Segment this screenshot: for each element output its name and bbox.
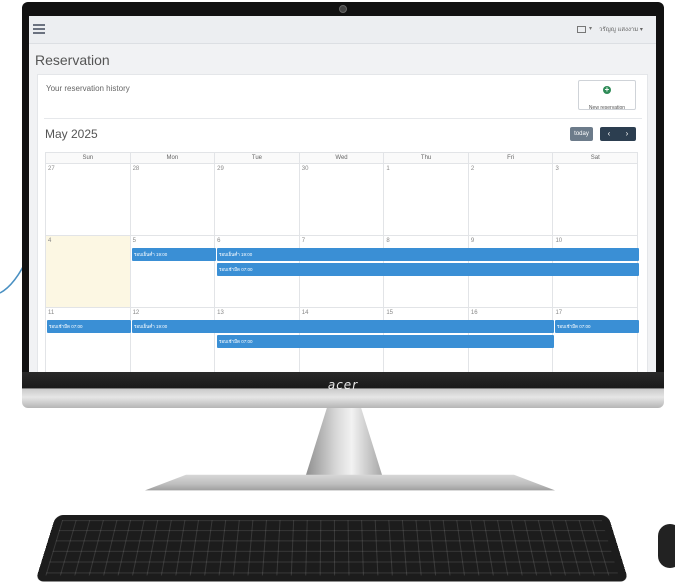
day-number: 12 <box>132 310 140 316</box>
new-reservation-label: New reservation <box>588 105 626 111</box>
event-evening-span[interactable]: รอบเย็นค่ำ 19:00 <box>217 248 639 261</box>
reservation-panel: Your reservation history + New reservati… <box>37 74 648 372</box>
calendar-day[interactable]: 1 <box>384 164 469 235</box>
day-number: 6 <box>217 238 221 244</box>
top-bar: ▾ วรัญญู แสงงาม ▾ <box>29 16 656 44</box>
day-number: 14 <box>301 310 309 316</box>
mouse <box>658 524 675 568</box>
calendar-day[interactable]: 12 <box>131 308 216 372</box>
calendar-day[interactable]: 5 <box>131 236 216 307</box>
prev-month-button[interactable]: ‹ <box>600 127 618 141</box>
user-menu[interactable]: วรัญญู แสงงาม ▾ <box>599 24 643 34</box>
day-number: 2 <box>470 166 475 172</box>
brand-logo: acer <box>327 378 359 392</box>
event-morning[interactable]: รอบเช้ามืด 07:00 <box>47 320 131 333</box>
new-reservation-button[interactable]: + New reservation <box>578 80 636 111</box>
calendar-day[interactable]: 27 <box>46 164 131 235</box>
day-number: 8 <box>386 238 390 244</box>
calendar-day[interactable]: 29 <box>215 164 300 235</box>
calendar-week: 4 5 6 7 8 9 10 รอบเย็นค่ำ 19:00 รอบเย็นค… <box>45 236 639 308</box>
monitor-screen: ▾ วรัญญู แสงงาม ▾ Reservation Your reser… <box>29 16 656 372</box>
weekday-label: Wed <box>300 153 385 163</box>
monitor-stand-neck <box>305 408 383 478</box>
day-number: 15 <box>386 310 393 316</box>
weekday-label: Thu <box>384 153 469 163</box>
calendar-month-title: May 2025 <box>45 127 98 141</box>
weekday-label: Mon <box>131 153 216 163</box>
day-number: 9 <box>470 238 475 244</box>
chevron-down-icon[interactable]: ▾ <box>589 25 592 32</box>
day-number: 27 <box>48 166 55 172</box>
calendar-day[interactable]: 2 <box>469 164 554 235</box>
day-number: 29 <box>217 166 224 172</box>
menu-icon[interactable] <box>33 24 45 34</box>
weekday-label: Tue <box>215 153 300 163</box>
day-number: 13 <box>217 310 224 316</box>
today-button[interactable]: today <box>570 127 593 141</box>
event-evening[interactable]: รอบเย็นค่ำ 19:00 <box>132 248 216 261</box>
event-morning-span[interactable]: รอบเช้ามืด 07:00 <box>217 335 554 348</box>
calendar-day[interactable]: 17 <box>553 308 639 372</box>
calendar-week: 11 12 13 14 15 16 17 รอบเช้ามืด 07:00 รอ… <box>45 308 639 372</box>
calendar-week: 27 28 29 30 1 2 3 <box>45 164 639 236</box>
weekday-header: Sun Mon Tue Wed Thu Fri Sat <box>45 152 638 164</box>
plus-circle-icon: + <box>603 85 611 94</box>
event-evening-span[interactable]: รอบเย็นค่ำ 19:00 <box>132 320 554 333</box>
page-title: Reservation <box>35 52 110 68</box>
weekday-label: Fri <box>469 153 554 163</box>
day-number: 7 <box>301 238 306 244</box>
day-number: 28 <box>132 166 140 172</box>
day-number: 30 <box>301 166 309 172</box>
day-number: 16 <box>470 310 478 316</box>
photo-scene: ▾ วรัญญู แสงงาม ▾ Reservation Your reser… <box>0 0 675 586</box>
calendar-day[interactable]: 11 <box>46 308 131 372</box>
mail-icon[interactable] <box>577 26 586 33</box>
day-number: 11 <box>48 310 55 316</box>
event-morning-span[interactable]: รอบเช้ามืด 07:00 <box>217 263 639 276</box>
event-morning[interactable]: รอบเช้ามืด 07:00 <box>555 320 639 333</box>
history-heading: Your reservation history <box>46 84 130 93</box>
divider <box>44 118 642 119</box>
day-number: 10 <box>555 238 563 244</box>
weekday-label: Sat <box>590 155 600 161</box>
day-number: 3 <box>555 166 559 172</box>
day-number: 5 <box>132 238 136 244</box>
webcam-icon <box>339 5 347 13</box>
keyboard-keys <box>45 520 619 576</box>
day-number: 4 <box>48 238 52 244</box>
calendar-day[interactable]: 3 <box>553 164 639 235</box>
next-month-button[interactable]: › <box>618 127 636 141</box>
day-number: 17 <box>555 310 563 316</box>
calendar-day[interactable]: 30 <box>300 164 385 235</box>
calendar-day[interactable]: 28 <box>131 164 216 235</box>
calendar-day-today[interactable]: 4 <box>46 236 131 307</box>
day-number: 1 <box>386 166 390 172</box>
calendar-grid: Sun Mon Tue Wed Thu Fri Sat 27 28 29 30 … <box>45 152 639 372</box>
keyboard <box>35 514 629 582</box>
weekday-label: Sun <box>46 153 131 163</box>
